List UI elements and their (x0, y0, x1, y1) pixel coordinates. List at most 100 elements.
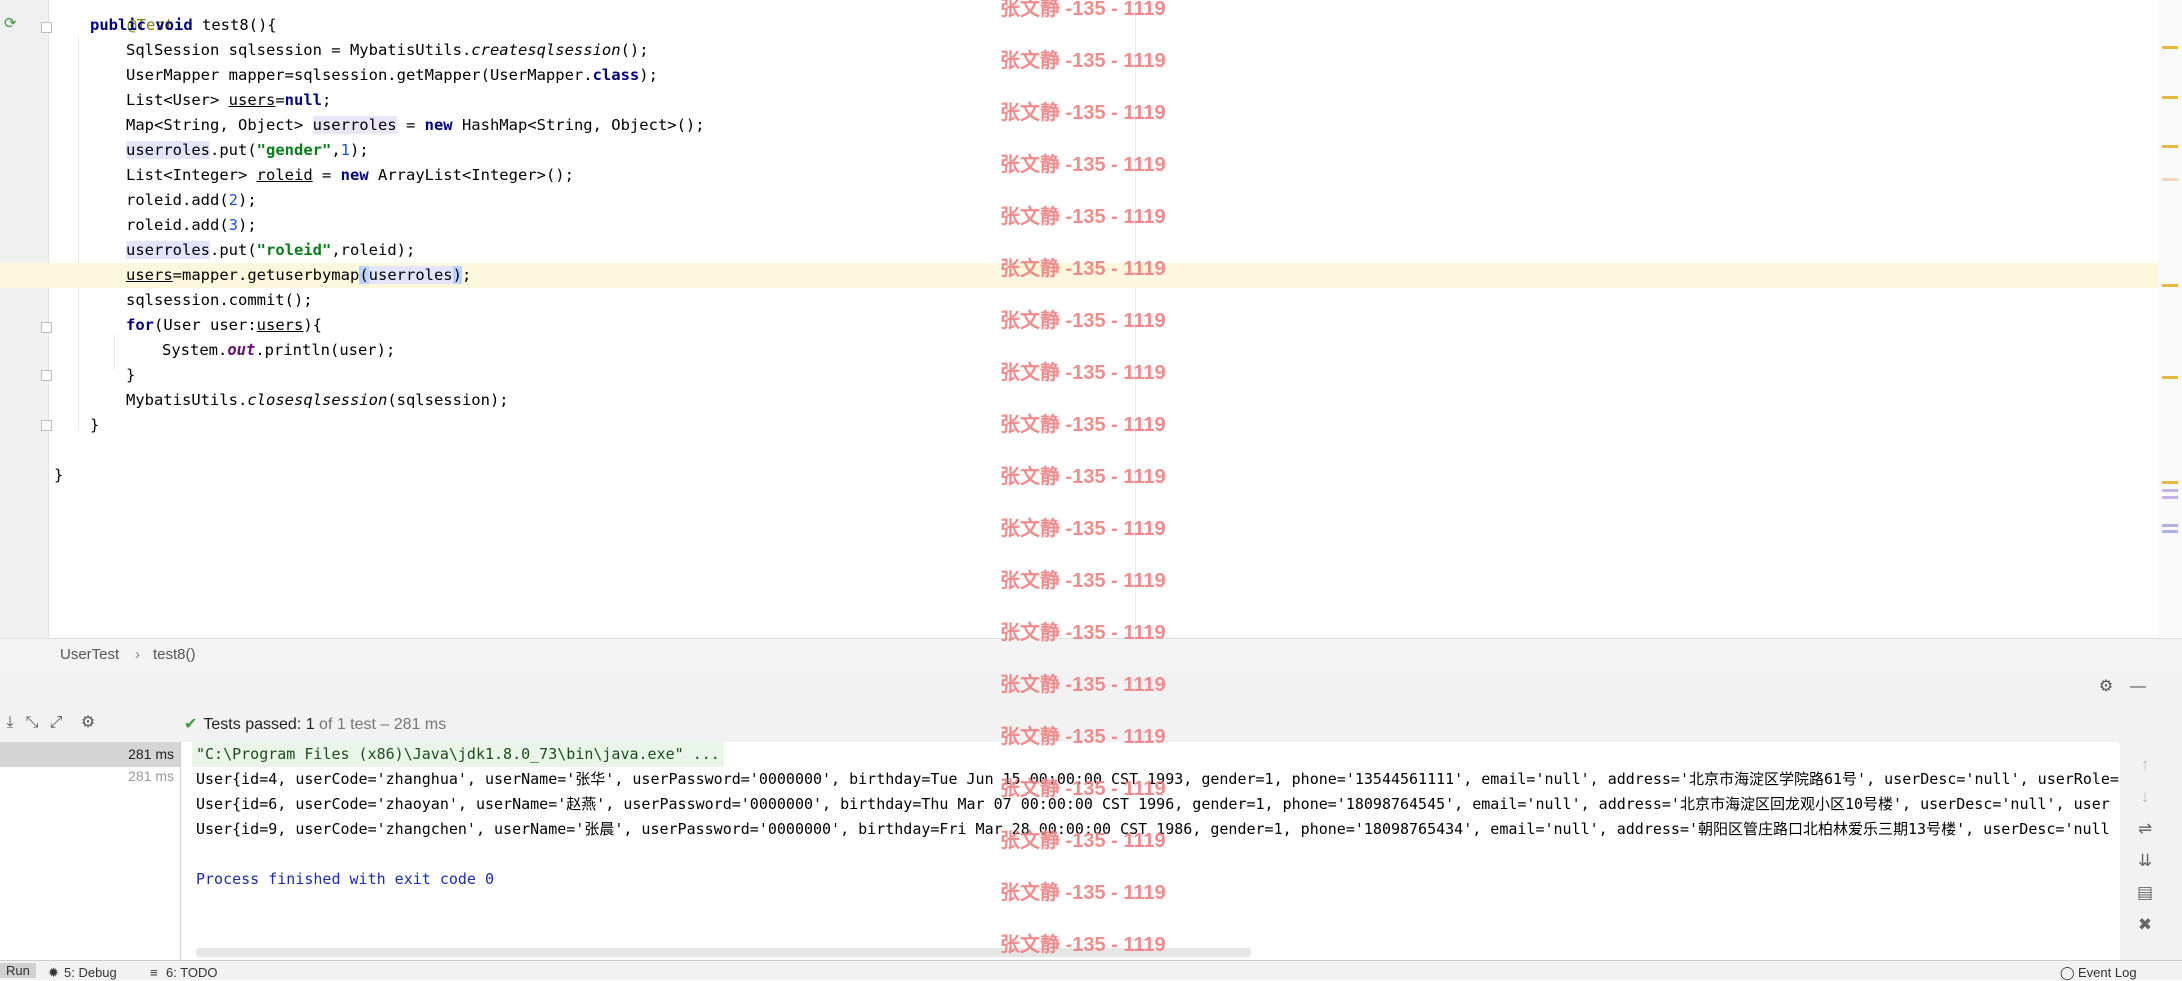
warning-mark[interactable] (2162, 376, 2178, 379)
code-text: ); (238, 216, 257, 234)
code-line[interactable]: sqlsession.commit(); (126, 288, 313, 313)
usage-mark[interactable] (2162, 530, 2178, 533)
code-text: , (331, 141, 341, 159)
watermark-text: 张文静 -135 - 1119 (1000, 206, 1166, 228)
code-line[interactable]: userroles.put("roleid",roleid); (126, 238, 415, 263)
variable-text: users (256, 316, 304, 334)
warning-mark[interactable] (2162, 178, 2178, 181)
soft-wrap-icon[interactable]: ⇌ (2134, 818, 2156, 840)
warning-mark[interactable] (2162, 481, 2178, 484)
watermark-text: 张文静 -135 - 1119 (1000, 934, 1166, 956)
matched-brace: ) (452, 266, 462, 284)
collapse-icon[interactable]: ⤡ (22, 713, 42, 733)
gear-icon[interactable]: ⚙ (78, 713, 98, 733)
tool-window-bar: Run ✹ 5: Debug ≡ 6: TODO ◯ Event Log (0, 960, 2182, 980)
fold-marker[interactable] (41, 370, 52, 381)
static-field-text: out (227, 341, 256, 359)
code-text: ); (238, 191, 257, 209)
watermark-text: 张文静 -135 - 1119 (1000, 50, 1166, 72)
todo-tab[interactable]: 6: TODO (166, 965, 218, 980)
event-log-tab[interactable]: Event Log (2078, 965, 2137, 980)
code-text: ); (350, 141, 369, 159)
code-line[interactable]: } (126, 363, 135, 388)
code-text: UserMapper mapper=sqlsession.getMapper(U… (126, 66, 593, 84)
code-line[interactable]: @Test (54, 0, 174, 34)
code-line[interactable]: MybatisUtils.closesqlsession(sqlsession)… (126, 388, 509, 413)
variable-text: users (228, 91, 276, 109)
scroll-up-icon[interactable]: ↑ (2134, 754, 2156, 776)
code-text: (); (620, 41, 649, 59)
tests-passed-label: Tests passed: (203, 716, 302, 733)
keyword-text: null (284, 91, 322, 109)
method-call-text: createsqlsession (471, 41, 621, 59)
keyword-text: for (126, 316, 154, 334)
check-icon: ✔ (184, 716, 198, 733)
code-text: } (126, 366, 136, 384)
code-line[interactable]: } (54, 463, 63, 488)
sort-icon[interactable]: ⤓ (0, 713, 20, 733)
variable-text: userroles (312, 116, 397, 134)
breadcrumb-class[interactable]: UserTest (60, 646, 119, 663)
scroll-to-end-icon[interactable]: ⇊ (2134, 850, 2156, 872)
code-line[interactable]: Map<String, Object> userroles = new Hash… (126, 113, 705, 138)
fold-marker[interactable] (41, 22, 52, 33)
test-tree-row[interactable]: 281 ms (0, 764, 180, 789)
code-text: (User user: (154, 316, 257, 334)
number-literal: 3 (228, 216, 238, 234)
code-line[interactable]: SqlSession sqlsession = MybatisUtils.cre… (126, 38, 649, 63)
list-icon: ≡ (150, 965, 158, 980)
debug-tab[interactable]: 5: Debug (64, 965, 117, 980)
scroll-down-icon[interactable]: ↓ (2134, 786, 2156, 808)
keyword-text: public void (90, 16, 193, 34)
keyword-text: new (424, 116, 453, 134)
code-line[interactable]: System.out.println(user); (162, 338, 395, 363)
code-text: .put( (210, 141, 257, 159)
code-line[interactable]: roleid.add(2); (126, 188, 257, 213)
code-line[interactable]: UserMapper mapper=sqlsession.getMapper(U… (126, 63, 658, 88)
code-line[interactable]: List<User> users=null; (126, 88, 331, 113)
warning-mark[interactable] (2162, 46, 2178, 49)
code-line[interactable]: List<Integer> roleid = new ArrayList<Int… (126, 163, 574, 188)
breadcrumb-method[interactable]: test8() (153, 646, 196, 663)
fold-marker[interactable] (41, 420, 52, 431)
settings-gear-icon[interactable]: ⚙ (2096, 677, 2116, 697)
editor-gutter[interactable]: ⟳ (0, 0, 52, 638)
code-line[interactable]: for(User user:users){ (126, 313, 322, 338)
warning-mark[interactable] (2162, 145, 2178, 148)
code-line[interactable]: userroles.put("gender",1); (126, 138, 369, 163)
error-stripe[interactable] (2158, 0, 2182, 638)
usage-mark[interactable] (2162, 524, 2178, 527)
run-test-icon[interactable]: ⟳ (4, 16, 20, 32)
number-literal: 1 (340, 141, 351, 159)
keyword-text: class (592, 66, 640, 84)
print-icon[interactable]: ▤ (2134, 882, 2156, 904)
variable-text: userroles (126, 141, 210, 159)
test-tree[interactable]: 281 ms 281 ms (0, 742, 181, 960)
variable-text: userroles (126, 241, 210, 259)
tests-status: ✔ Tests passed: 1 of 1 test – 281 ms (184, 714, 446, 734)
code-text: = (275, 91, 285, 109)
warning-mark[interactable] (2162, 96, 2178, 99)
minimize-icon[interactable]: — (2128, 677, 2148, 697)
code-text: roleid.add( (126, 216, 229, 234)
code-line[interactable]: public void test8(){ (90, 13, 277, 38)
warning-mark[interactable] (2162, 284, 2178, 287)
watermark-text: 张文静 -135 - 1119 (1000, 570, 1166, 592)
run-tab[interactable]: Run (0, 963, 36, 978)
code-line[interactable]: } (90, 413, 99, 438)
code-line[interactable]: roleid.add(3); (126, 213, 257, 238)
fold-marker[interactable] (41, 322, 52, 333)
method-call-text: closesqlsession (247, 391, 388, 409)
console-command: "C:\Program Files (x86)\Java\jdk1.8.0_73… (192, 742, 724, 767)
code-text: List<Integer> (126, 166, 257, 184)
keyword-text: new (340, 166, 369, 184)
usage-mark[interactable] (2162, 489, 2178, 492)
expand-icon[interactable]: ⤢ (46, 713, 66, 733)
watermark-text: 张文静 -135 - 1119 (1000, 622, 1166, 644)
code-text: ,roleid); (331, 241, 416, 259)
code-text: ArrayList<Integer>(); (368, 166, 574, 184)
code-text: Map<String, Object> (126, 116, 313, 134)
usage-mark[interactable] (2162, 496, 2178, 499)
trash-icon[interactable]: ✖ (2134, 914, 2156, 936)
code-text: .put( (210, 241, 257, 259)
